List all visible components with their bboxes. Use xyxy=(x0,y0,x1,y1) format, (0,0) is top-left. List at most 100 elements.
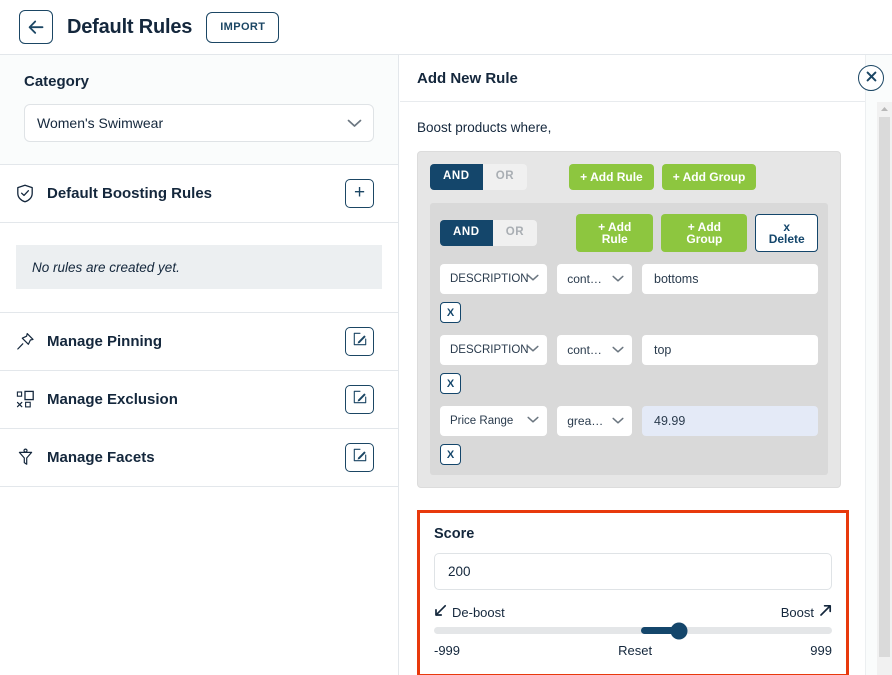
boost-caption: Boost products where, xyxy=(417,120,552,135)
rule-operator-value: cont… xyxy=(567,272,602,286)
score-label: Score xyxy=(434,526,475,542)
facets-funnel-icon xyxy=(16,448,42,467)
rule-value-input[interactable] xyxy=(642,264,818,294)
edit-manage-pinning-button[interactable] xyxy=(345,327,374,356)
rule-field-value: DESCRIPTION xyxy=(450,344,529,356)
pin-icon xyxy=(16,332,42,351)
edit-pencil-icon xyxy=(353,332,367,351)
boost-label: Boost xyxy=(780,604,814,620)
import-button[interactable]: IMPORT xyxy=(206,11,280,43)
outer-or-option[interactable]: OR xyxy=(482,164,528,190)
sidebar-item-manage-exclusion[interactable]: Manage Exclusion xyxy=(0,371,398,429)
empty-state-wrap: No rules are created yet. xyxy=(0,245,398,313)
shield-check-icon xyxy=(16,184,42,203)
sidebar-item-manage-pinning[interactable]: Manage Pinning xyxy=(0,313,398,371)
add-boosting-rule-button[interactable]: + xyxy=(345,179,374,208)
slider-max-label: 999 xyxy=(810,643,832,658)
sidebar-item-label: Manage Exclusion xyxy=(47,391,178,408)
outer-condition-group: AND OR + Add Rule + Add Group AND OR + A… xyxy=(417,151,841,488)
back-button[interactable] xyxy=(19,10,53,44)
sidebar-item-label: Manage Pinning xyxy=(47,333,163,350)
inner-and-option[interactable]: AND xyxy=(440,220,493,246)
rule-field-value: DESCRIPTION xyxy=(450,273,529,285)
deboost-label: De-boost xyxy=(452,604,505,620)
left-sidebar: Category Women's Swimwear Default Boosti… xyxy=(0,55,399,675)
rule-operator-select[interactable]: cont… xyxy=(557,335,632,365)
sidebar-item-default-boosting-rules[interactable]: Default Boosting Rules + xyxy=(0,165,398,223)
edit-manage-exclusion-button[interactable] xyxy=(345,385,374,414)
rule-field-value: Price Range xyxy=(450,415,514,427)
deboost-legend: De-boost xyxy=(434,604,505,620)
sidebar-item-label: Default Boosting Rules xyxy=(47,185,213,202)
arrow-up-right-icon xyxy=(819,604,832,620)
app-root: Default Rules IMPORT Category Women's Sw… xyxy=(0,0,892,675)
remove-rule-button[interactable]: X xyxy=(440,373,461,394)
inner-add-group-button[interactable]: + Add Group xyxy=(661,214,748,252)
page-title: Default Rules xyxy=(67,15,193,38)
scroll-up-arrow-icon[interactable] xyxy=(877,102,892,116)
remove-rule-button[interactable]: X xyxy=(440,302,461,323)
rule-value-input[interactable] xyxy=(642,406,818,436)
rule-operator-value: cont… xyxy=(567,343,602,357)
rule-field-select[interactable]: DESCRIPTION xyxy=(440,264,548,294)
rule-operator-select[interactable]: cont… xyxy=(557,264,632,294)
rule-row: DESCRIPTION cont… xyxy=(440,264,818,294)
add-new-rule-panel: Add New Rule Boost products where, AND O… xyxy=(400,55,892,675)
outer-add-rule-button[interactable]: + Add Rule xyxy=(569,164,654,190)
chevron-down-icon xyxy=(347,115,362,131)
remove-rule-button[interactable]: X xyxy=(440,444,461,465)
panel-scrollbar[interactable] xyxy=(877,102,892,675)
inner-and-or-toggle[interactable]: AND OR xyxy=(440,220,538,246)
slider-scale: -999 Reset 999 xyxy=(434,643,832,658)
rule-row: DESCRIPTION cont… xyxy=(440,335,818,365)
chevron-down-icon xyxy=(612,272,624,286)
score-slider-thumb[interactable] xyxy=(670,622,688,639)
rule-field-select[interactable]: Price Range xyxy=(440,406,548,436)
category-block: Category Women's Swimwear xyxy=(0,55,398,165)
outer-add-group-button[interactable]: + Add Group xyxy=(661,164,757,190)
inner-or-option[interactable]: OR xyxy=(492,220,538,246)
sidebar-item-label: Manage Facets xyxy=(47,449,155,466)
exclusion-icon xyxy=(16,390,42,409)
chevron-down-icon xyxy=(527,273,539,285)
chevron-down-icon xyxy=(612,414,624,428)
arrow-left-icon xyxy=(28,20,45,35)
boost-legend: Boost xyxy=(781,604,832,620)
scrollbar-thumb[interactable] xyxy=(879,117,890,657)
top-bar: Default Rules IMPORT xyxy=(0,0,892,55)
panel-title: Add New Rule xyxy=(417,69,518,87)
rule-value-input[interactable] xyxy=(642,335,818,365)
panel-header: Add New Rule xyxy=(400,55,892,102)
category-select[interactable]: Women's Swimwear xyxy=(24,104,374,142)
edit-manage-facets-button[interactable] xyxy=(345,443,374,472)
inner-group-toolbar: AND OR + Add Rule + Add Group x Delete xyxy=(440,214,819,252)
score-slider[interactable] xyxy=(434,622,832,639)
outer-and-or-toggle[interactable]: AND OR xyxy=(430,164,528,190)
category-label: Category xyxy=(24,73,90,90)
arrow-down-left-icon xyxy=(434,604,447,620)
close-panel-button[interactable] xyxy=(858,65,884,91)
category-select-value: Women's Swimwear xyxy=(37,115,164,131)
close-icon xyxy=(866,69,877,87)
edit-pencil-icon xyxy=(353,390,367,409)
chevron-down-icon xyxy=(527,344,539,356)
inner-delete-group-button[interactable]: x Delete xyxy=(755,214,819,252)
panel-body: Boost products where, AND OR + Add Rule … xyxy=(400,102,892,675)
slider-reset-button[interactable]: Reset xyxy=(618,643,652,658)
sidebar-item-manage-facets[interactable]: Manage Facets xyxy=(0,429,398,487)
slider-min-label: -999 xyxy=(434,643,461,658)
rule-field-select[interactable]: DESCRIPTION xyxy=(440,335,548,365)
chevron-down-icon xyxy=(527,415,539,427)
inner-condition-group: AND OR + Add Rule + Add Group x Delete D… xyxy=(430,203,828,475)
outer-and-option[interactable]: AND xyxy=(430,164,483,190)
inner-add-rule-button[interactable]: + Add Rule xyxy=(576,214,654,252)
outer-group-toolbar: AND OR + Add Rule + Add Group xyxy=(430,164,828,190)
slider-legend: De-boost Boost xyxy=(434,604,832,620)
chevron-down-icon xyxy=(612,343,624,357)
rule-row: Price Range grea… xyxy=(440,406,818,436)
empty-state-message: No rules are created yet. xyxy=(16,245,382,289)
edit-pencil-icon xyxy=(353,448,367,467)
rule-operator-value: grea… xyxy=(567,414,604,428)
score-input[interactable] xyxy=(434,553,832,590)
rule-operator-select[interactable]: grea… xyxy=(557,406,632,436)
